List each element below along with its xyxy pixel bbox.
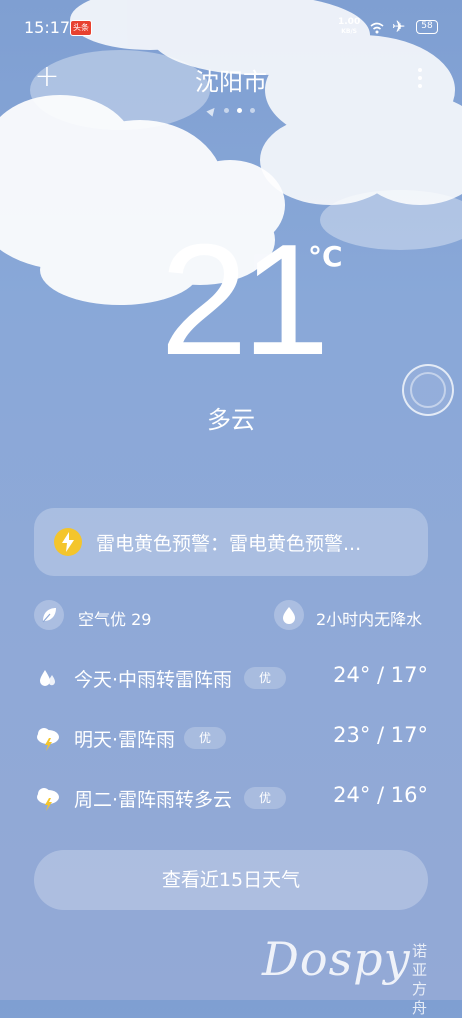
page-dot <box>223 108 229 113</box>
network-speed: 1.00 KB/S <box>338 18 360 36</box>
rain-drop-icon <box>40 670 55 686</box>
current-temperature: 21 <box>160 212 330 388</box>
precipitation-text[interactable]: 2小时内无降水 <box>316 606 422 630</box>
airplane-mode-icon: ✈ <box>392 17 406 36</box>
more-dot-icon <box>418 68 422 72</box>
network-speed-value: 1.00 <box>338 17 361 27</box>
floating-assistive-button[interactable] <box>402 364 454 416</box>
location-arrow-icon <box>205 104 218 117</box>
watermark-text: Dospy <box>262 932 411 986</box>
news-app-icon-label: 头条 <box>73 23 89 32</box>
more-options-button[interactable] <box>410 64 430 94</box>
forecast-temperature: 23° / 17° <box>333 723 428 747</box>
wifi-icon <box>370 22 384 34</box>
forecast-temperature: 24° / 17° <box>333 663 428 687</box>
status-bar: 15:17 头条 1.00 KB/S ✈ 58 <box>0 0 462 56</box>
air-quality-badge: 优 <box>244 787 286 809</box>
forecast-label: 明天·雷阵雨 <box>74 729 176 751</box>
header: + 沈阳市 <box>0 60 462 117</box>
thunderstorm-icon <box>37 728 59 751</box>
status-time: 15:17 <box>24 18 71 37</box>
alert-text: 雷电黄色预警：雷电黄色预警... <box>96 533 362 555</box>
thunderstorm-icon <box>37 788 59 811</box>
watermark: Dospy 诺亚方舟 <box>262 932 462 1017</box>
forecast-row-tomorrow[interactable]: 明天·雷阵雨 优 23° / 17° <box>34 718 434 758</box>
air-quality-badge: 优 <box>184 727 226 749</box>
watermark-cn: 诺亚方舟 <box>412 942 428 1017</box>
temperature-unit: °C <box>308 240 343 273</box>
view-15-day-forecast-button[interactable]: 查看近15日天气 <box>34 850 428 910</box>
lightning-icon <box>54 528 82 556</box>
weather-condition: 多云 <box>207 406 255 434</box>
network-speed-unit: KB/S <box>341 28 357 35</box>
forecast-row-day-after[interactable]: 周二·雷阵雨转多云 优 24° / 16° <box>34 778 434 818</box>
weather-alert-card[interactable]: 雷电黄色预警：雷电黄色预警... <box>34 508 428 576</box>
air-quality-badge: 优 <box>244 667 286 689</box>
news-app-icon: 头条 <box>70 20 92 36</box>
forecast-label: 今天·中雨转雷阵雨 <box>74 669 233 691</box>
forecast-row-today[interactable]: 今天·中雨转雷阵雨 优 24° / 17° <box>34 658 434 698</box>
more-dot-icon <box>418 84 422 88</box>
page-indicator <box>0 100 462 117</box>
battery-icon: 58 <box>416 20 438 34</box>
forecast-label: 周二·雷阵雨转多云 <box>74 789 233 811</box>
air-quality-text[interactable]: 空气优 29 <box>78 606 151 630</box>
city-title[interactable]: 沈阳市 <box>0 62 462 97</box>
precipitation-icon <box>274 600 304 630</box>
forecast-temperature: 24° / 16° <box>333 783 428 807</box>
info-row: 空气优 29 2小时内无降水 <box>34 598 434 634</box>
page-dot <box>249 108 255 113</box>
more-dot-icon <box>418 76 422 80</box>
leaf-icon <box>34 600 64 630</box>
page-dot-active <box>236 108 242 113</box>
